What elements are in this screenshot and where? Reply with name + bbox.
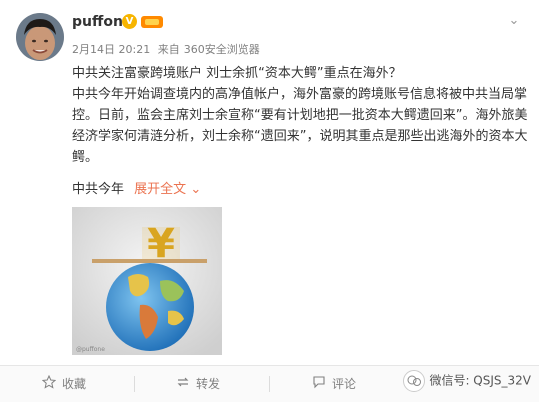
star-icon xyxy=(41,374,57,394)
repost-label: 转发 xyxy=(196,377,221,391)
chevron-down-icon: ⌄ xyxy=(190,182,202,197)
comment-label: 评论 xyxy=(332,377,357,391)
toolbar-divider xyxy=(134,376,135,392)
watermark-text: 微信号: QSJS_32V xyxy=(429,373,531,388)
wechat-logo-icon xyxy=(403,370,426,392)
favorite-button[interactable]: 收藏 xyxy=(41,374,87,394)
post-meta: 2月14日 20:21 来自 360安全浏览器 xyxy=(72,41,264,57)
repost-icon xyxy=(176,375,190,394)
post-excerpt: 中共今年 xyxy=(72,182,125,197)
wechat-watermark: 微信号: QSJS_32V xyxy=(403,370,531,392)
chevron-down-icon[interactable]: ⌄ xyxy=(505,14,523,28)
post-source[interactable]: 360安全浏览器 xyxy=(184,43,260,56)
expand-full-text-link[interactable]: 展开全文 ⌄ xyxy=(134,182,201,197)
favorite-label: 收藏 xyxy=(62,377,87,391)
post-image[interactable]: ¥ @puffone xyxy=(72,207,222,355)
post-headline: 中共关注富豪跨境账户 刘士余抓“资本大鳄”重点在海外？ xyxy=(72,66,402,81)
vip-badge-icon xyxy=(141,16,163,28)
source-prefix: 来自 xyxy=(157,43,180,56)
post-excerpt-line: 中共今年 展开全文 ⌄ xyxy=(72,182,201,198)
comment-button[interactable]: 评论 xyxy=(312,375,356,393)
post-body: 中共今年开始调查境内的高净值帐户，海外富豪的跨境账号信息将被中共当局掌控。日前，… xyxy=(72,87,528,165)
expand-label: 展开全文 xyxy=(134,182,187,197)
comment-icon xyxy=(312,375,326,394)
verified-icon: V xyxy=(122,14,137,29)
post-time[interactable]: 2月14日 20:21 xyxy=(72,43,150,56)
post-content: 中共关注富豪跨境账户 刘士余抓“资本大鳄”重点在海外？ 中共今年开始调查境内的高… xyxy=(72,63,528,168)
toolbar-divider xyxy=(269,376,270,392)
image-watermark: @puffone xyxy=(76,346,105,353)
avatar[interactable] xyxy=(16,13,64,61)
repost-button[interactable]: 转发 xyxy=(176,375,220,393)
